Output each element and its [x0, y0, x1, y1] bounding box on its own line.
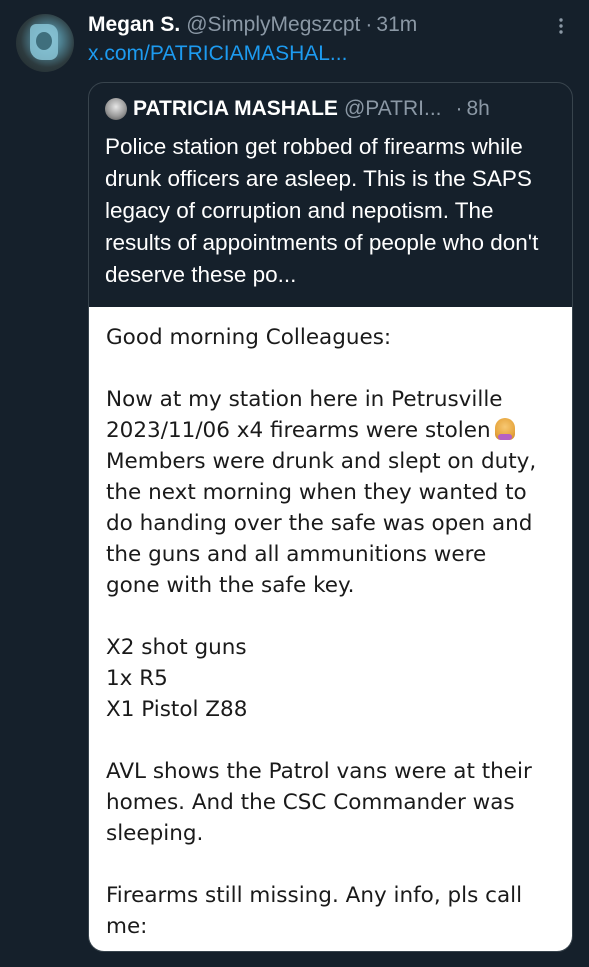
image-text-line: me: — [106, 914, 148, 939]
author-display-name[interactable]: Megan S. — [88, 13, 180, 37]
tweet[interactable]: Megan S. @SimplyMegszcpt · 31m x.com/PAT… — [0, 0, 589, 967]
quoted-tweet-timestamp[interactable]: 8h — [466, 97, 489, 121]
quoted-tweet-text: Police station get robbed of firearms wh… — [105, 134, 539, 287]
author-avatar[interactable] — [16, 14, 74, 72]
quoted-author-avatar[interactable] — [105, 98, 127, 120]
image-text-line: X2 shot guns — [106, 635, 247, 660]
image-text-line: the next morning when they wanted to — [106, 480, 527, 505]
image-text-line: AVL shows the Patrol vans were at their — [106, 759, 532, 784]
image-text-line: homes. And the CSC Commander was — [106, 790, 515, 815]
image-text-line: do handing over the safe was open and — [106, 511, 533, 536]
quoted-author-display-name[interactable]: PATRICIA MASHALE — [133, 97, 338, 121]
image-text-line: Now at my station here in Petrusville — [106, 387, 503, 412]
image-text-line: Firearms still missing. Any info, pls ca… — [106, 883, 523, 908]
image-text-line-with-emoji: 2023/11/06 x4 firearms were stolen — [106, 415, 515, 446]
header-separator: · — [365, 13, 373, 36]
image-text-line: gone with the safe key. — [106, 573, 355, 598]
avatar-artwork-detail — [36, 32, 52, 50]
image-text-line: X1 Pistol Z88 — [106, 697, 248, 722]
quoted-tweet-header: PATRICIA MASHALE @PATRI... · 8h — [105, 95, 558, 123]
quoted-tweet-card[interactable]: PATRICIA MASHALE @PATRI... · 8h Police s… — [88, 82, 573, 952]
tweet-header: Megan S. @SimplyMegszcpt · 31m — [88, 10, 417, 40]
image-text-line: Members were drunk and slept on duty, — [106, 449, 537, 474]
tweet-timestamp[interactable]: 31m — [376, 13, 417, 37]
image-text-line: the guns and all ammunitions were — [106, 542, 487, 567]
more-vertical-icon — [559, 18, 563, 34]
image-text-line: 1x R5 — [106, 666, 168, 691]
quoted-header-separator: · — [455, 97, 463, 120]
tweet-link[interactable]: x.com/PATRICIAMASHAL... — [88, 42, 347, 66]
quoted-tweet-image[interactable]: Good morning Colleagues: Now at my stati… — [89, 307, 572, 951]
author-handle[interactable]: @SimplyMegszcpt — [186, 13, 360, 37]
image-text-line: 2023/11/06 x4 firearms were stolen — [106, 418, 491, 443]
image-text-line: Good morning Colleagues: — [106, 325, 392, 350]
quoted-author-handle[interactable]: @PATRI... — [344, 97, 442, 121]
image-text-line: sleeping. — [106, 821, 204, 846]
more-options-icon[interactable] — [551, 16, 571, 36]
facepalm-emoji-icon — [494, 418, 515, 440]
